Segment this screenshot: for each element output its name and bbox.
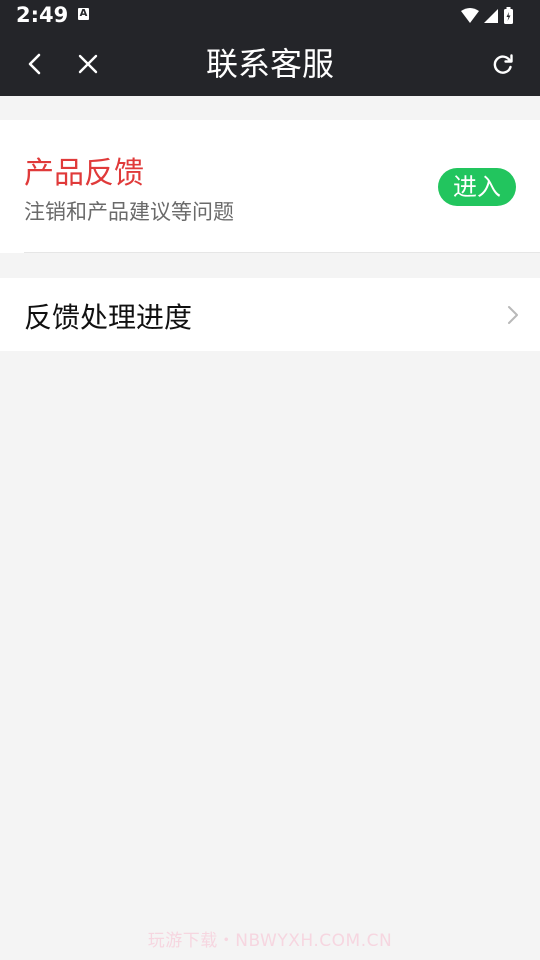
back-button[interactable]: [20, 49, 50, 79]
wifi-icon: [461, 8, 479, 23]
chevron-left-icon: [28, 53, 41, 75]
nav-bar: 联系客服: [0, 32, 540, 96]
feedback-progress-item[interactable]: 反馈处理进度: [0, 278, 540, 351]
refresh-button[interactable]: [488, 49, 518, 79]
a-letter-icon: A: [78, 8, 89, 20]
feedback-title: 产品反馈: [24, 156, 144, 191]
battery-icon: [504, 7, 513, 24]
status-time: 2:49: [16, 3, 69, 27]
feedback-progress-label: 反馈处理进度: [24, 301, 193, 334]
close-icon: [78, 54, 98, 74]
feedback-subtitle: 注销和产品建议等问题: [24, 200, 234, 224]
status-bar: 2:49 A: [0, 0, 540, 32]
enter-button[interactable]: 进入: [438, 168, 516, 206]
chevron-right-icon: [508, 306, 518, 324]
refresh-icon: [493, 54, 513, 74]
product-feedback-card: 产品反馈 注销和产品建议等问题 进入: [0, 120, 540, 253]
watermark: 玩游下载・NBWYXH.COM.CN: [147, 931, 393, 951]
signal-icon: [484, 9, 498, 23]
divider: [24, 252, 540, 253]
status-icons: [460, 7, 524, 25]
close-button[interactable]: [73, 49, 103, 79]
